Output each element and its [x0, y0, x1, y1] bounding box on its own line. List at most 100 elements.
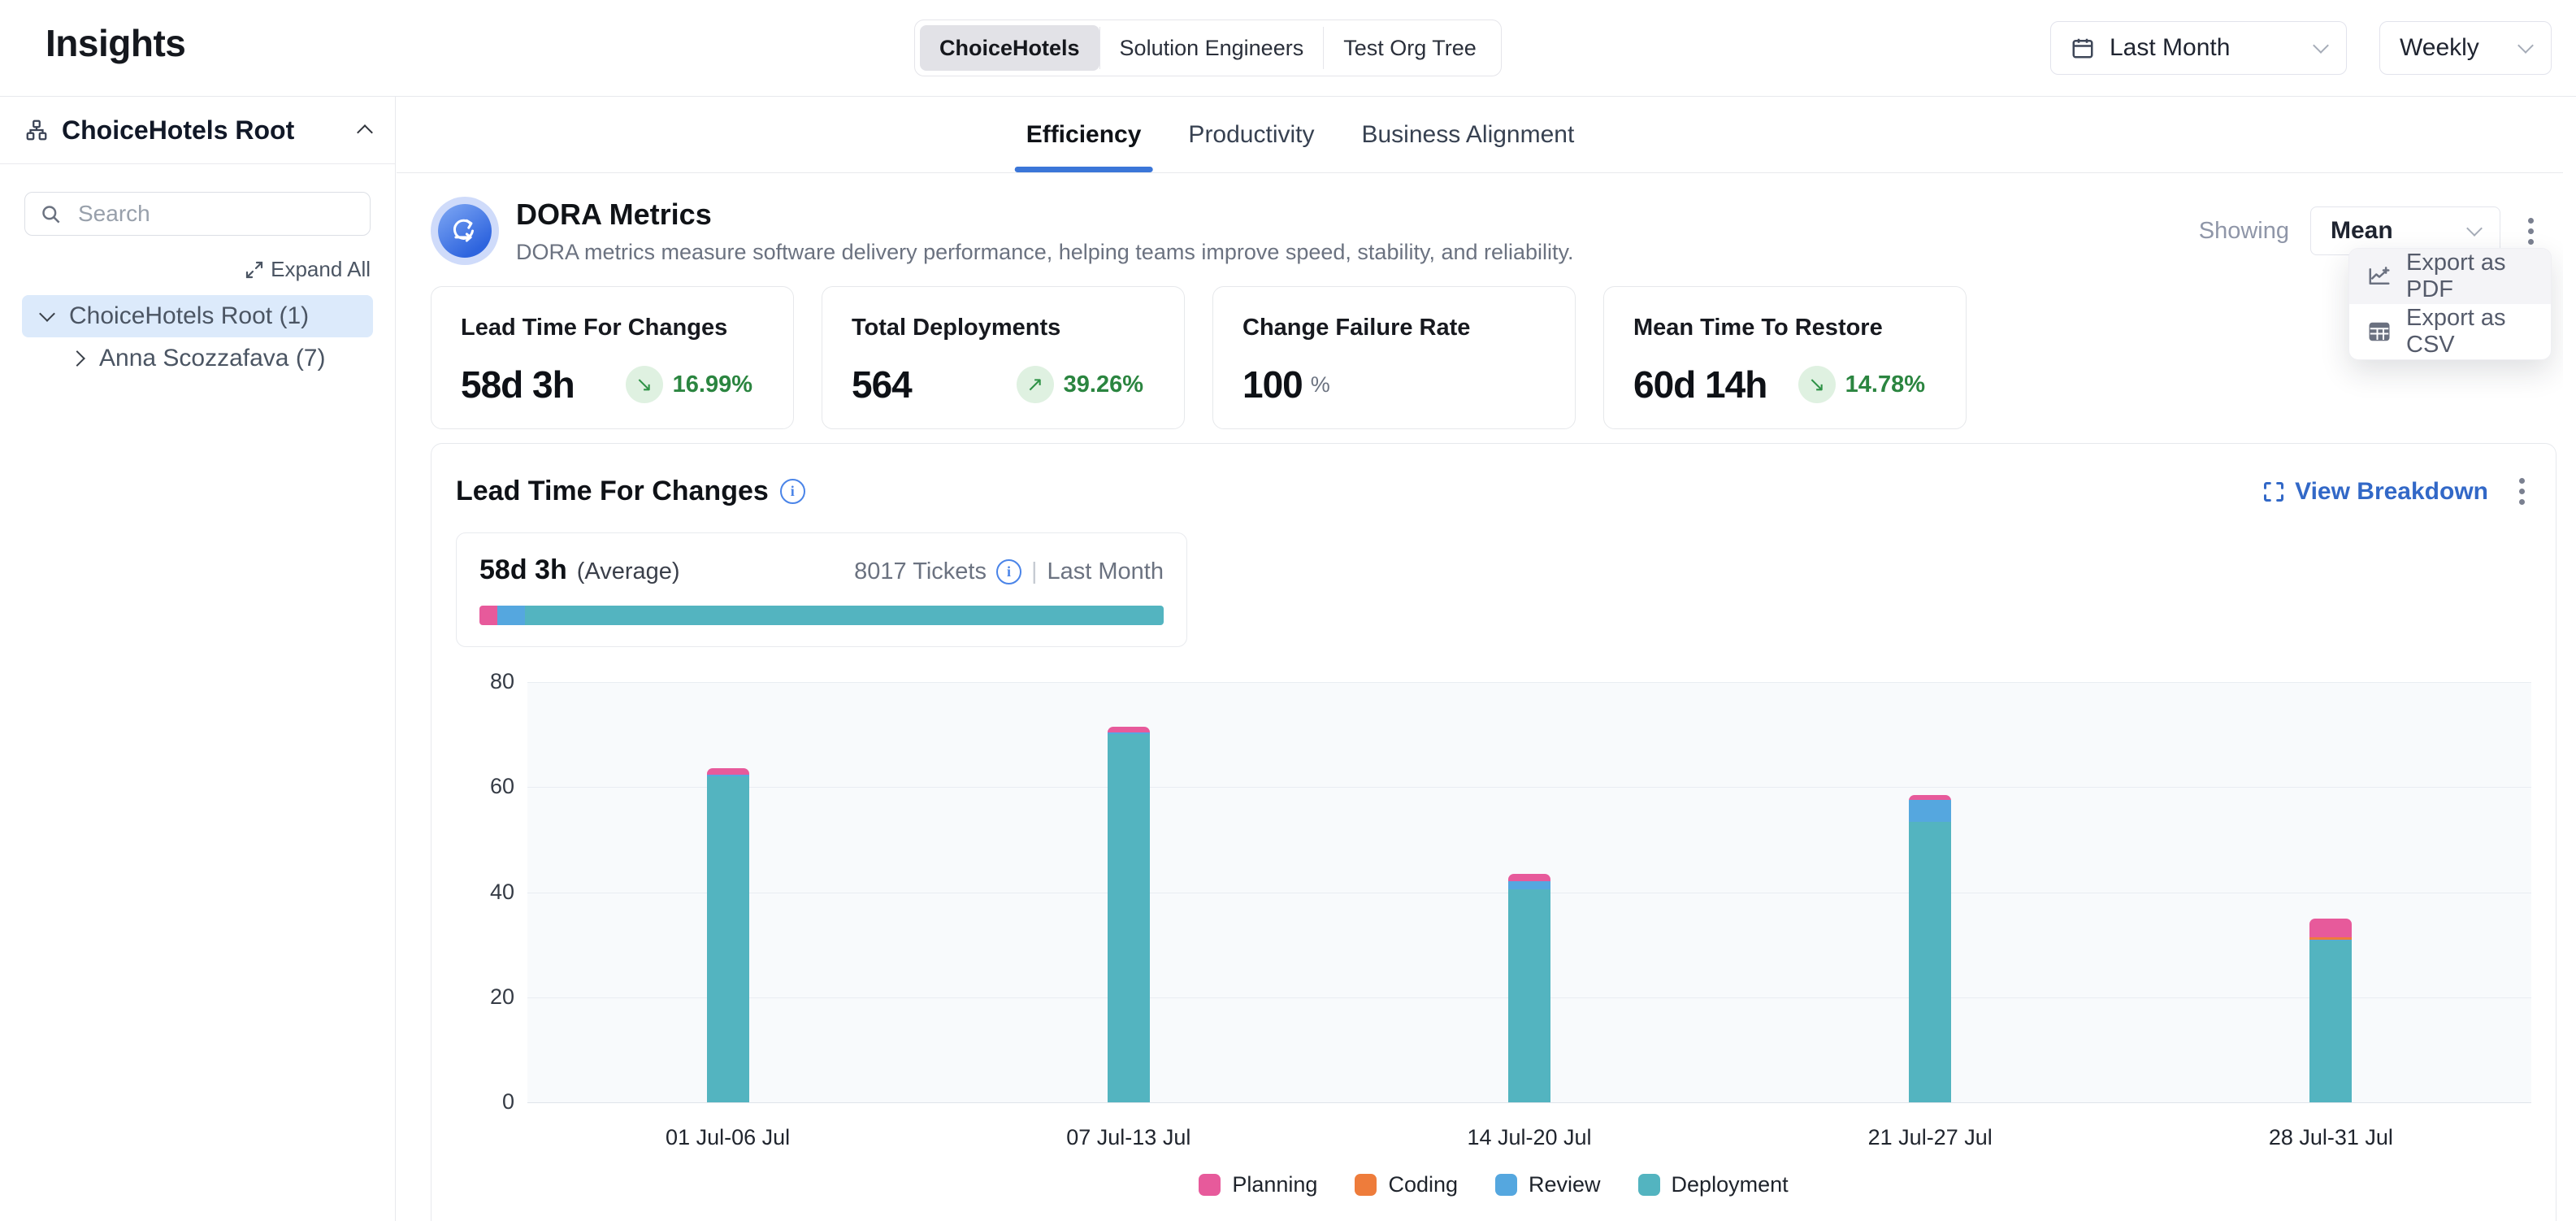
aggregation-select-value: Mean — [2331, 217, 2393, 245]
y-tick-label: 80 — [475, 669, 514, 694]
org-tab-solution-engineers[interactable]: Solution Engineers — [1100, 25, 1324, 71]
card-title: Change Failure Rate — [1242, 315, 1546, 341]
bar-segment-planning — [2309, 919, 2352, 937]
section-tabs: Efficiency Productivity Business Alignme… — [397, 97, 2563, 173]
bar-segment-deployment — [1108, 734, 1150, 1102]
delta-percent: 39.26% — [1064, 372, 1143, 398]
tab-productivity[interactable]: Productivity — [1188, 97, 1314, 172]
legend-item-planning[interactable]: Planning — [1199, 1172, 1317, 1197]
tree-item-anna[interactable]: Anna Scozzafava (7) — [52, 337, 373, 380]
card-mean-time-to-restore: Mean Time To Restore 60d 14h ↘ 14.78% — [1603, 286, 1967, 429]
card-title: Total Deployments — [852, 315, 1155, 341]
collapse-chevron-icon[interactable] — [357, 124, 373, 141]
bar-28 Jul-31 Jul[interactable] — [2309, 919, 2352, 1102]
average-value: 58d 3h — [479, 554, 567, 586]
search-input[interactable] — [76, 200, 355, 228]
bar-14 Jul-20 Jul[interactable] — [1508, 874, 1550, 1102]
bar-segment-review — [1508, 881, 1550, 889]
dora-metric-cards: Lead Time For Changes 58d 3h ↘ 16.99% To… — [431, 286, 1967, 429]
calendar-icon — [2071, 36, 2095, 60]
bar-segment-deployment — [1508, 889, 1550, 1102]
legend-label: Planning — [1232, 1172, 1317, 1197]
card-value: 100 — [1242, 363, 1303, 406]
org-switcher: ChoiceHotels Solution Engineers Test Org… — [914, 20, 1502, 76]
bar-segment-deployment — [1909, 822, 1951, 1102]
legend-swatch — [1495, 1174, 1517, 1196]
card-title: Lead Time For Changes — [461, 315, 764, 341]
main-content: Efficiency Productivity Business Alignme… — [397, 97, 2563, 1221]
legend-swatch — [1638, 1174, 1660, 1196]
bar-07 Jul-13 Jul[interactable] — [1108, 727, 1150, 1102]
delta-percent: 16.99% — [673, 372, 752, 398]
x-tick-label: 21 Jul-27 Jul — [1868, 1125, 1993, 1150]
tree-item-root[interactable]: ChoiceHotels Root (1) — [22, 295, 373, 337]
delta-percent: 14.78% — [1845, 372, 1925, 398]
org-tree: ChoiceHotels Root (1) Anna Scozzafava (7… — [0, 295, 395, 380]
expand-diagonal-icon — [245, 260, 264, 280]
export-menu: Export as PDF Export as CSV — [2348, 248, 2552, 360]
y-tick-label: 40 — [475, 880, 514, 905]
table-icon — [2367, 319, 2392, 344]
export-pdf-label: Export as PDF — [2406, 250, 2533, 303]
org-tab-choicehotels[interactable]: ChoiceHotels — [920, 25, 1099, 71]
bar-segment-planning — [1108, 727, 1150, 732]
period-select-value: Last Month — [2110, 34, 2230, 62]
view-breakdown-label: View Breakdown — [2295, 478, 2488, 506]
plot-area: 02040608001 Jul-06 Jul07 Jul-13 Jul14 Ju… — [527, 682, 2531, 1102]
bar-21 Jul-27 Jul[interactable] — [1909, 795, 1951, 1102]
org-tab-test-org-tree[interactable]: Test Org Tree — [1324, 25, 1496, 71]
chart-kebab-menu-button[interactable] — [2513, 471, 2531, 511]
gridline-60 — [527, 787, 2531, 788]
card-lead-time: Lead Time For Changes 58d 3h ↘ 16.99% — [431, 286, 794, 429]
search-icon — [40, 203, 62, 225]
card-total-deployments: Total Deployments 564 ↗ 39.26% — [822, 286, 1185, 429]
granularity-select[interactable]: Weekly — [2379, 21, 2552, 75]
org-tree-icon — [24, 118, 49, 142]
legend-label: Review — [1529, 1172, 1601, 1197]
lead-time-chart-card: Lead Time For Changes i View Breakdown — [431, 443, 2556, 1221]
legend-swatch — [1355, 1174, 1377, 1196]
dora-kebab-menu-button[interactable] — [2522, 211, 2540, 251]
x-tick-label: 07 Jul-13 Jul — [1066, 1125, 1190, 1150]
legend-item-review[interactable]: Review — [1495, 1172, 1601, 1197]
chevron-down-icon — [2466, 220, 2483, 237]
expand-all-label: Expand All — [271, 257, 371, 282]
tree-item-label: ChoiceHotels Root (1) — [69, 302, 309, 330]
period-select[interactable]: Last Month — [2050, 21, 2347, 75]
granularity-select-value: Weekly — [2400, 34, 2479, 62]
y-tick-label: 0 — [475, 1089, 514, 1115]
expand-corners-icon — [2262, 480, 2285, 503]
sidebar-header[interactable]: ChoiceHotels Root — [0, 97, 395, 163]
export-pdf-item[interactable]: Export as PDF — [2349, 249, 2551, 304]
distribution-segment-deployment — [525, 606, 1164, 625]
chevron-down-icon — [2313, 37, 2329, 54]
sidebar-search[interactable] — [24, 192, 371, 236]
top-bar: Insights ChoiceHotels Solution Engineers… — [0, 0, 2576, 97]
average-distribution-bar — [479, 606, 1164, 625]
dora-header: DORA Metrics DORA metrics measure softwa… — [431, 181, 2563, 280]
sidebar-root-label: ChoiceHotels Root — [62, 115, 294, 146]
tree-item-label: Anna Scozzafava (7) — [99, 345, 325, 372]
gridline-0 — [527, 1102, 2531, 1103]
legend-item-deployment[interactable]: Deployment — [1638, 1172, 1789, 1197]
chevron-down-icon — [39, 306, 55, 322]
bar-01 Jul-06 Jul[interactable] — [707, 768, 749, 1102]
legend-swatch — [1199, 1174, 1221, 1196]
info-icon[interactable]: i — [780, 479, 805, 504]
expand-all-button[interactable]: Expand All — [0, 257, 371, 282]
card-title: Mean Time To Restore — [1633, 315, 1936, 341]
bar-segment-planning — [707, 768, 749, 775]
distribution-segment-review — [497, 606, 526, 625]
tab-business-alignment[interactable]: Business Alignment — [1361, 97, 1574, 172]
tab-efficiency[interactable]: Efficiency — [1026, 97, 1142, 172]
view-breakdown-button[interactable]: View Breakdown — [2262, 478, 2488, 506]
card-value: 564 — [852, 363, 912, 406]
showing-label: Showing — [2199, 218, 2289, 245]
trend-down-icon: ↘ — [626, 366, 663, 403]
export-csv-item[interactable]: Export as CSV — [2349, 304, 2551, 359]
legend-item-coding[interactable]: Coding — [1355, 1172, 1458, 1197]
y-tick-label: 60 — [475, 774, 514, 799]
info-icon[interactable]: i — [996, 559, 1021, 584]
legend-label: Deployment — [1672, 1172, 1789, 1197]
summary-period-label: Last Month — [1047, 558, 1164, 585]
